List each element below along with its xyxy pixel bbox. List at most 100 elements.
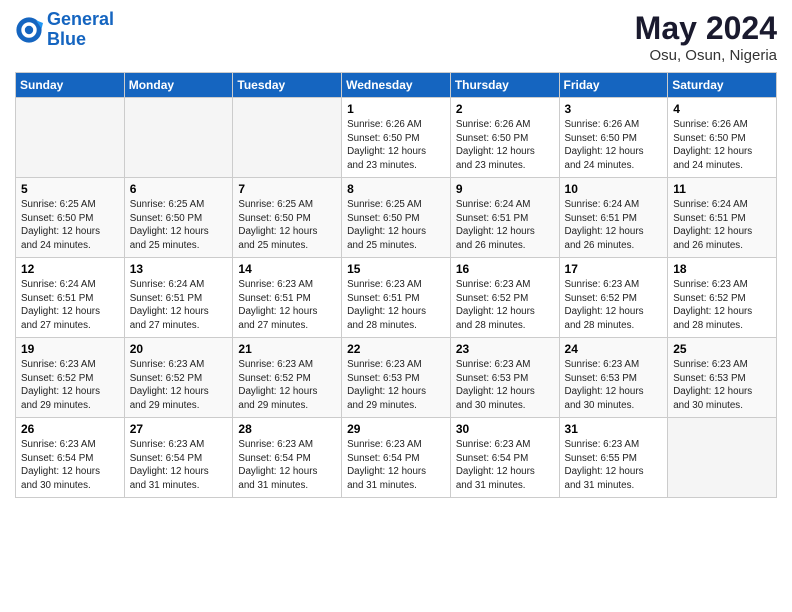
- day-number: 24: [565, 342, 663, 356]
- calendar-cell: 29 Sunrise: 6:23 AM Sunset: 6:54 PM Dayli…: [342, 418, 451, 498]
- day-number: 19: [21, 342, 119, 356]
- day-number: 1: [347, 102, 445, 116]
- day-number: 14: [238, 262, 336, 276]
- calendar-cell: 18 Sunrise: 6:23 AM Sunset: 6:52 PM Dayli…: [668, 258, 777, 338]
- weekday-header: Monday: [124, 73, 233, 98]
- weekday-header: Tuesday: [233, 73, 342, 98]
- day-info: Sunrise: 6:23 AM Sunset: 6:54 PM Dayligh…: [130, 438, 228, 493]
- calendar-cell: 12 Sunrise: 6:24 AM Sunset: 6:51 PM Dayli…: [16, 258, 125, 338]
- calendar-cell: 24 Sunrise: 6:23 AM Sunset: 6:53 PM Dayli…: [559, 338, 668, 418]
- day-info: Sunrise: 6:26 AM Sunset: 6:50 PM Dayligh…: [347, 118, 445, 173]
- calendar-cell: 2 Sunrise: 6:26 AM Sunset: 6:50 PM Daylig…: [450, 98, 559, 178]
- day-info: Sunrise: 6:23 AM Sunset: 6:54 PM Dayligh…: [21, 438, 119, 493]
- calendar-cell: 27 Sunrise: 6:23 AM Sunset: 6:54 PM Dayli…: [124, 418, 233, 498]
- calendar-header: SundayMondayTuesdayWednesdayThursdayFrid…: [16, 73, 777, 98]
- logo-icon: [15, 16, 43, 44]
- day-info: Sunrise: 6:25 AM Sunset: 6:50 PM Dayligh…: [130, 198, 228, 253]
- calendar-cell: [16, 98, 125, 178]
- calendar: SundayMondayTuesdayWednesdayThursdayFrid…: [15, 72, 777, 498]
- calendar-cell: 15Sunrise: 6:23 AM Sunset: 6:51 PM Dayli…: [342, 258, 451, 338]
- day-number: 18: [673, 262, 771, 276]
- calendar-body: 1 Sunrise: 6:26 AM Sunset: 6:50 PM Daylig…: [16, 98, 777, 498]
- day-info: Sunrise: 6:23 AM Sunset: 6:54 PM Dayligh…: [347, 438, 445, 493]
- day-number: 4: [673, 102, 771, 116]
- day-info: Sunrise: 6:23 AM Sunset: 6:53 PM Dayligh…: [673, 358, 771, 413]
- calendar-cell: 28 Sunrise: 6:23 AM Sunset: 6:54 PM Dayli…: [233, 418, 342, 498]
- day-info: Sunrise: 6:23 AM Sunset: 6:52 PM Dayligh…: [238, 358, 336, 413]
- day-number: 9: [456, 182, 554, 196]
- calendar-cell: 30Sunrise: 6:23 AM Sunset: 6:54 PM Dayli…: [450, 418, 559, 498]
- calendar-cell: [668, 418, 777, 498]
- calendar-cell: 20Sunrise: 6:23 AM Sunset: 6:52 PM Dayli…: [124, 338, 233, 418]
- day-number: 30: [456, 422, 554, 436]
- day-info: Sunrise: 6:24 AM Sunset: 6:51 PM Dayligh…: [565, 198, 663, 253]
- calendar-week-row: 12 Sunrise: 6:24 AM Sunset: 6:51 PM Dayli…: [16, 258, 777, 338]
- calendar-cell: 13 Sunrise: 6:24 AM Sunset: 6:51 PM Dayli…: [124, 258, 233, 338]
- day-number: 13: [130, 262, 228, 276]
- calendar-cell: 23Sunrise: 6:23 AM Sunset: 6:53 PM Dayli…: [450, 338, 559, 418]
- logo-text: General Blue: [47, 10, 114, 50]
- day-info: Sunrise: 6:26 AM Sunset: 6:50 PM Dayligh…: [456, 118, 554, 173]
- calendar-cell: 19 Sunrise: 6:23 AM Sunset: 6:52 PM Dayli…: [16, 338, 125, 418]
- calendar-cell: [124, 98, 233, 178]
- day-number: 15: [347, 262, 445, 276]
- day-number: 26: [21, 422, 119, 436]
- calendar-week-row: 19 Sunrise: 6:23 AM Sunset: 6:52 PM Dayli…: [16, 338, 777, 418]
- calendar-cell: [233, 98, 342, 178]
- calendar-week-row: 1 Sunrise: 6:26 AM Sunset: 6:50 PM Daylig…: [16, 98, 777, 178]
- day-info: Sunrise: 6:23 AM Sunset: 6:53 PM Dayligh…: [347, 358, 445, 413]
- calendar-cell: 8Sunrise: 6:25 AM Sunset: 6:50 PM Daylig…: [342, 178, 451, 258]
- day-info: Sunrise: 6:23 AM Sunset: 6:52 PM Dayligh…: [21, 358, 119, 413]
- day-info: Sunrise: 6:23 AM Sunset: 6:54 PM Dayligh…: [238, 438, 336, 493]
- day-info: Sunrise: 6:23 AM Sunset: 6:52 PM Dayligh…: [673, 278, 771, 333]
- calendar-cell: 17 Sunrise: 6:23 AM Sunset: 6:52 PM Dayli…: [559, 258, 668, 338]
- day-info: Sunrise: 6:24 AM Sunset: 6:51 PM Dayligh…: [456, 198, 554, 253]
- day-info: Sunrise: 6:25 AM Sunset: 6:50 PM Dayligh…: [21, 198, 119, 253]
- day-info: Sunrise: 6:25 AM Sunset: 6:50 PM Dayligh…: [238, 198, 336, 253]
- day-number: 27: [130, 422, 228, 436]
- weekday-row: SundayMondayTuesdayWednesdayThursdayFrid…: [16, 73, 777, 98]
- calendar-week-row: 26 Sunrise: 6:23 AM Sunset: 6:54 PM Dayli…: [16, 418, 777, 498]
- month-title: May 2024: [635, 10, 777, 47]
- day-number: 22: [347, 342, 445, 356]
- header: General Blue May 2024 Osu, Osun, Nigeria: [15, 10, 777, 64]
- day-number: 11: [673, 182, 771, 196]
- day-number: 28: [238, 422, 336, 436]
- day-number: 7: [238, 182, 336, 196]
- brand-line2: Blue: [47, 29, 86, 49]
- day-number: 31: [565, 422, 663, 436]
- calendar-cell: 25 Sunrise: 6:23 AM Sunset: 6:53 PM Dayli…: [668, 338, 777, 418]
- calendar-cell: 26 Sunrise: 6:23 AM Sunset: 6:54 PM Dayli…: [16, 418, 125, 498]
- day-number: 29: [347, 422, 445, 436]
- day-info: Sunrise: 6:23 AM Sunset: 6:53 PM Dayligh…: [565, 358, 663, 413]
- calendar-cell: 7 Sunrise: 6:25 AM Sunset: 6:50 PM Daylig…: [233, 178, 342, 258]
- day-number: 10: [565, 182, 663, 196]
- day-number: 2: [456, 102, 554, 116]
- day-info: Sunrise: 6:25 AM Sunset: 6:50 PM Dayligh…: [347, 198, 445, 253]
- day-number: 17: [565, 262, 663, 276]
- day-number: 20: [130, 342, 228, 356]
- calendar-cell: 16 Sunrise: 6:23 AM Sunset: 6:52 PM Dayli…: [450, 258, 559, 338]
- calendar-cell: 21Sunrise: 6:23 AM Sunset: 6:52 PM Dayli…: [233, 338, 342, 418]
- weekday-header: Thursday: [450, 73, 559, 98]
- day-number: 16: [456, 262, 554, 276]
- day-info: Sunrise: 6:23 AM Sunset: 6:53 PM Dayligh…: [456, 358, 554, 413]
- calendar-cell: 5 Sunrise: 6:25 AM Sunset: 6:50 PM Daylig…: [16, 178, 125, 258]
- logo: General Blue: [15, 10, 114, 50]
- weekday-header: Saturday: [668, 73, 777, 98]
- calendar-cell: 31Sunrise: 6:23 AM Sunset: 6:55 PM Dayli…: [559, 418, 668, 498]
- day-info: Sunrise: 6:26 AM Sunset: 6:50 PM Dayligh…: [565, 118, 663, 173]
- day-number: 5: [21, 182, 119, 196]
- brand-line1: General: [47, 9, 114, 29]
- calendar-cell: 3Sunrise: 6:26 AM Sunset: 6:50 PM Daylig…: [559, 98, 668, 178]
- weekday-header: Wednesday: [342, 73, 451, 98]
- day-info: Sunrise: 6:24 AM Sunset: 6:51 PM Dayligh…: [673, 198, 771, 253]
- day-info: Sunrise: 6:24 AM Sunset: 6:51 PM Dayligh…: [21, 278, 119, 333]
- day-number: 25: [673, 342, 771, 356]
- calendar-cell: 14Sunrise: 6:23 AM Sunset: 6:51 PM Dayli…: [233, 258, 342, 338]
- day-number: 12: [21, 262, 119, 276]
- day-info: Sunrise: 6:23 AM Sunset: 6:52 PM Dayligh…: [565, 278, 663, 333]
- calendar-cell: 11 Sunrise: 6:24 AM Sunset: 6:51 PM Dayli…: [668, 178, 777, 258]
- day-info: Sunrise: 6:23 AM Sunset: 6:52 PM Dayligh…: [456, 278, 554, 333]
- day-info: Sunrise: 6:24 AM Sunset: 6:51 PM Dayligh…: [130, 278, 228, 333]
